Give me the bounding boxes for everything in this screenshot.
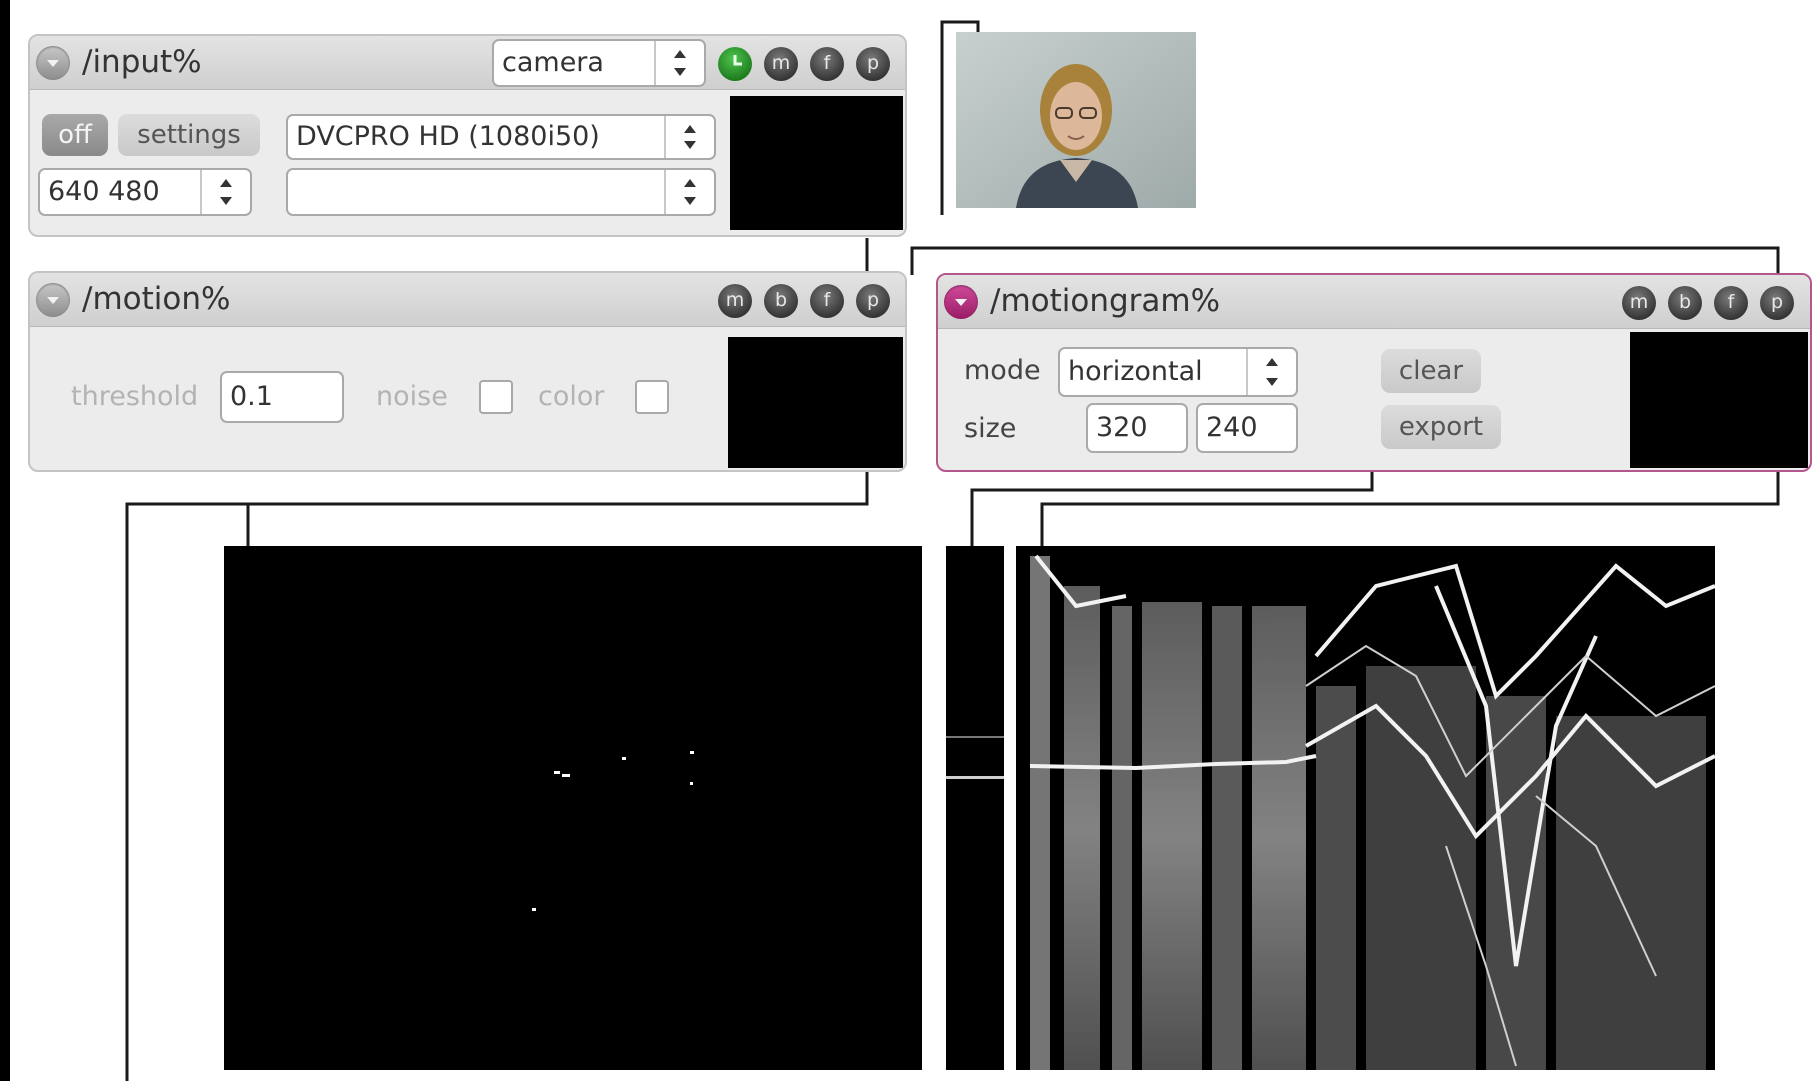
collapse-toggle-icon[interactable] xyxy=(36,283,70,317)
power-icon xyxy=(733,55,742,66)
source-select[interactable]: camera xyxy=(492,39,706,87)
mute-button[interactable]: m xyxy=(718,284,752,318)
collapse-toggle-icon[interactable] xyxy=(36,46,70,80)
cable-motiongram-to-right-display xyxy=(1040,472,1780,546)
device-select[interactable] xyxy=(286,168,716,216)
module-title: /motion% xyxy=(82,281,231,317)
noise-label: noise xyxy=(376,381,448,412)
module-title: /input% xyxy=(82,44,202,80)
patcher-canvas: /input% camera m f p off settings DVCPRO… xyxy=(10,0,1812,1081)
motion-module-header: /motion% m b f p xyxy=(30,273,905,327)
mode-select[interactable]: horizontal xyxy=(1058,347,1298,397)
resolution-select[interactable]: 640 480 xyxy=(38,168,252,216)
input-preview xyxy=(730,96,903,230)
size-label: size xyxy=(964,413,1017,444)
clear-button[interactable]: clear xyxy=(1381,349,1481,393)
select-arrows-icon xyxy=(664,116,714,158)
format-select-value: DVCPRO HD (1080i50) xyxy=(296,121,600,152)
motiongram-module-header: /motiongram% m b f p xyxy=(938,275,1810,329)
select-arrows-icon xyxy=(200,170,250,214)
format-select[interactable]: DVCPRO HD (1080i50) xyxy=(286,114,716,160)
motion-preview xyxy=(728,337,903,468)
collapse-toggle-icon[interactable] xyxy=(944,285,978,319)
module-title: /motiongram% xyxy=(990,283,1221,319)
webcam-person-image xyxy=(956,32,1196,208)
bypass-button[interactable]: b xyxy=(1668,286,1702,320)
motion-module: /motion% m b f p threshold 0.1 noise col… xyxy=(28,271,907,472)
motiongram-display xyxy=(1016,546,1715,1070)
freeze-button[interactable]: f xyxy=(810,284,844,318)
motiongram-image xyxy=(1029,554,1715,1070)
motion-specks xyxy=(532,751,694,911)
motion-image-display xyxy=(224,546,922,1070)
motiongram-module: /motiongram% m b f p mode horizontal siz… xyxy=(936,273,1812,472)
color-label: color xyxy=(538,381,605,412)
settings-button[interactable]: settings xyxy=(118,114,260,156)
mute-button[interactable]: m xyxy=(1622,286,1656,320)
mode-select-value: horizontal xyxy=(1068,356,1203,387)
mute-button[interactable]: m xyxy=(764,47,798,81)
cable-motiongram-to-narrow-display xyxy=(970,472,1374,546)
preview-button[interactable]: p xyxy=(856,284,890,318)
cable-input-to-motiongram xyxy=(910,246,1780,275)
freeze-button[interactable]: f xyxy=(1714,286,1748,320)
select-arrows-icon xyxy=(654,41,704,85)
off-button[interactable]: off xyxy=(42,114,108,156)
cable-motion-to-left-display xyxy=(246,472,869,546)
threshold-input[interactable]: 0.1 xyxy=(220,371,344,423)
motiongram-preview xyxy=(1630,332,1808,468)
noise-checkbox[interactable] xyxy=(479,380,513,414)
narrow-motiongram-lines xyxy=(946,736,1004,779)
preview-button[interactable]: p xyxy=(856,47,890,81)
mode-label: mode xyxy=(964,355,1041,386)
size-height-input[interactable]: 240 xyxy=(1196,403,1298,453)
input-module: /input% camera m f p off settings DVCPRO… xyxy=(28,34,907,237)
webcam-preview-image xyxy=(956,32,1196,208)
threshold-label: threshold xyxy=(71,381,199,412)
preview-button[interactable]: p xyxy=(1760,286,1794,320)
bypass-button[interactable]: b xyxy=(764,284,798,318)
active-power-button[interactable] xyxy=(718,47,752,81)
input-module-header: /input% camera m f p xyxy=(30,36,905,90)
source-select-value: camera xyxy=(502,47,604,78)
narrow-motiongram-display xyxy=(946,546,1004,1070)
export-button[interactable]: export xyxy=(1381,405,1501,449)
color-checkbox[interactable] xyxy=(635,380,669,414)
resolution-select-value: 640 480 xyxy=(48,176,160,207)
select-arrows-icon xyxy=(1246,349,1296,395)
select-arrows-icon xyxy=(664,170,714,214)
size-width-input[interactable]: 320 xyxy=(1086,403,1188,453)
freeze-button[interactable]: f xyxy=(810,47,844,81)
